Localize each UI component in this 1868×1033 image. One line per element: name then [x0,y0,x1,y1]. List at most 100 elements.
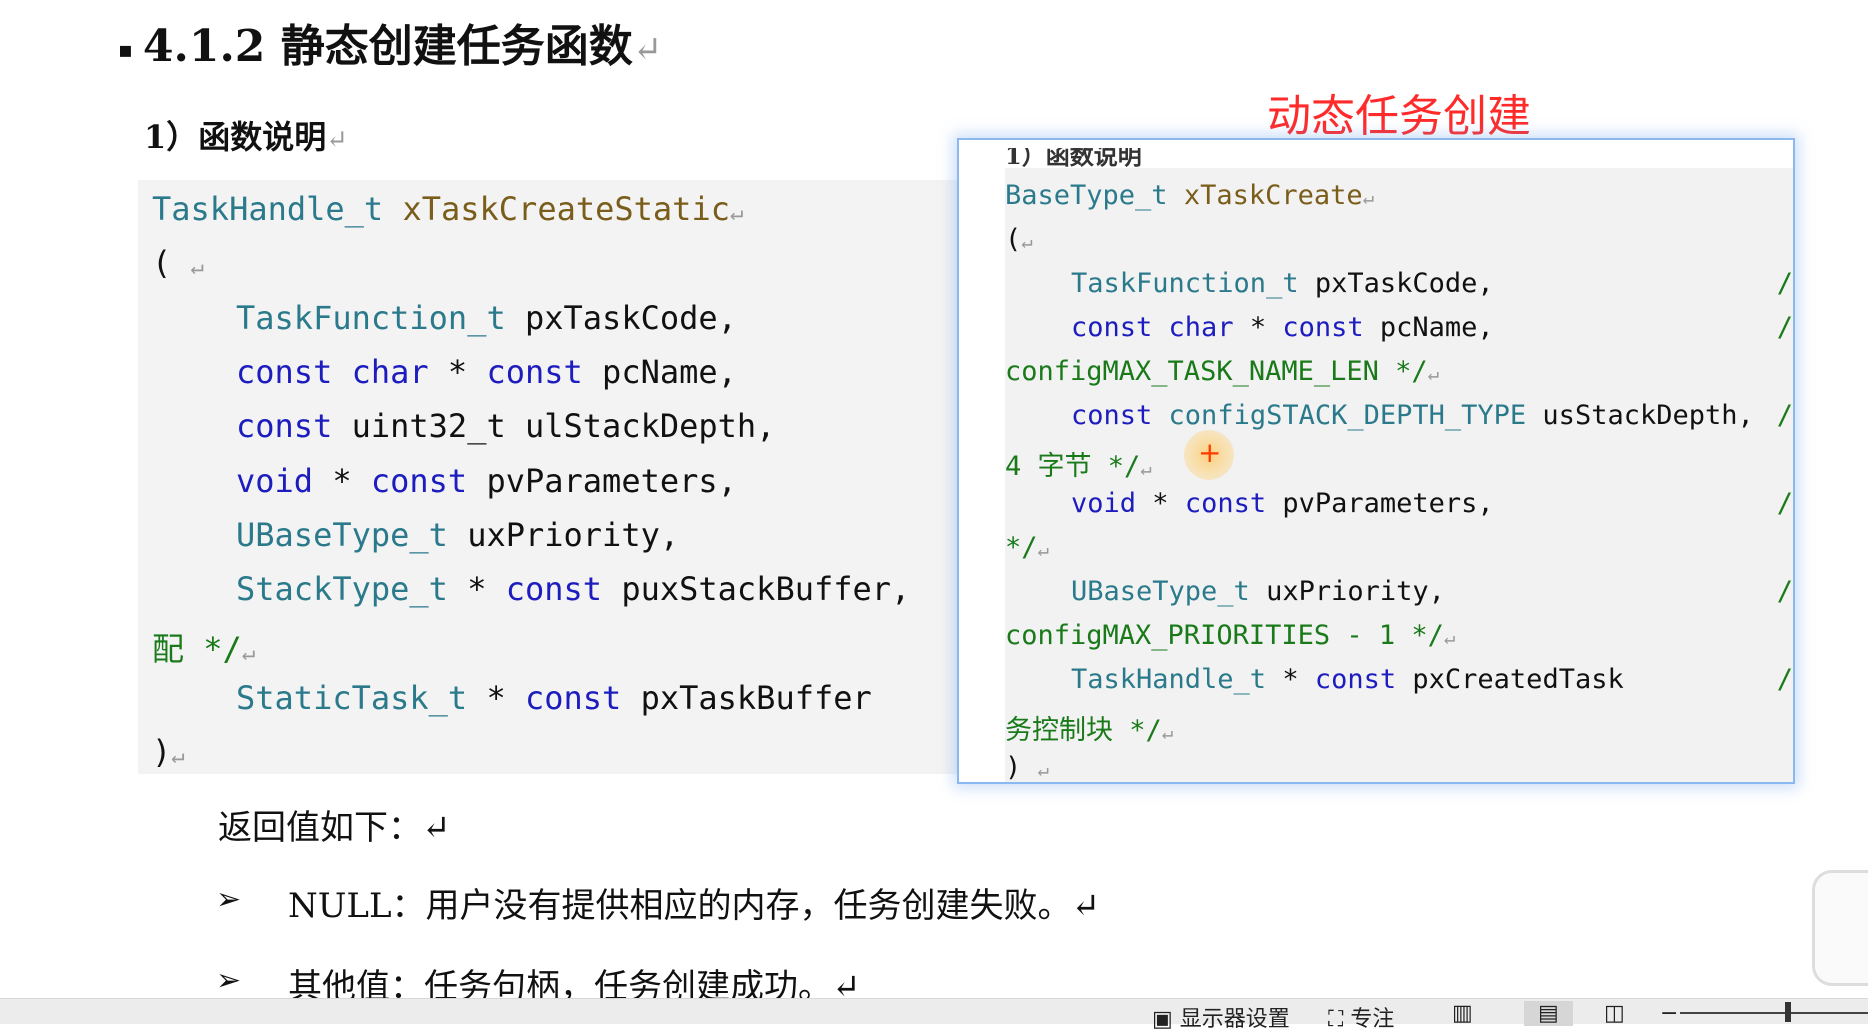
zoom-slider[interactable] [1680,1012,1868,1014]
mouse-cursor-highlight: + [1184,430,1234,480]
display-settings-button[interactable]: ▣ 显示器设置 [1152,1001,1290,1033]
code-token: 务控制块 */ [1005,715,1162,746]
code-line: */↵ [1005,532,1049,563]
code-token: puxStackBuffer, [602,570,911,609]
code-token: ( [1005,224,1022,255]
comment-slash: / [1776,576,1793,607]
code-line: const char * const pcName, [236,353,737,391]
code-token: StaticTask_t [236,678,468,717]
code-token: void [236,461,314,500]
web-view-icon[interactable]: ◫ [1604,1001,1625,1026]
code-line: void * const pvParameters, [236,462,737,500]
code-token: const [1314,664,1397,695]
side-tool-button[interactable] [1812,870,1868,986]
code-token: TaskFunction_t [236,298,506,337]
code-token: const [1071,312,1153,343]
page-view-icon[interactable]: ▤ [1524,1001,1573,1026]
code-token: ↵ [190,254,205,281]
code-token: * [313,461,371,500]
code-token: UBaseType_t [1071,576,1250,607]
zoom-slider-handle[interactable] [1785,1002,1791,1022]
code-token: const [1282,312,1364,343]
code-line: configMAX_TASK_NAME_LEN */↵ [1005,356,1439,387]
code-token: ↵ [729,200,744,226]
static-code-block: TaskHandle_t xTaskCreateStatic↵( ↵ TaskFu… [138,180,958,774]
focus-button[interactable]: ⛶ 专注 [1328,1001,1394,1033]
arrow-bullet-icon: ➢ [216,963,242,998]
code-token: pvParameters, [1266,488,1494,519]
code-token: ↵ [171,743,185,769]
code-token: pvParameters, [467,461,737,500]
code-token: uint32_t ulStackDepth, [332,407,776,446]
dynamic-task-label: 动态任务创建 [1267,91,1531,142]
code-token: const [486,352,583,391]
code-line: )↵ [152,733,185,771]
code-token: BaseType_t [1005,180,1168,211]
heading-text: 4.1.2 静态创建任务函数 [142,21,633,72]
code-token: * [428,352,487,391]
code-token: configSTACK_DEPTH_TYPE [1168,400,1527,431]
code-token: StackType_t [236,570,448,609]
paragraph-mark: ↵ [632,29,663,70]
code-token: */ [1005,532,1038,563]
code-token: * [1233,312,1283,343]
code-token: uxPriority, [447,515,680,554]
code-token: pxTaskBuffer [621,678,872,717]
code-line: (↵ [1005,224,1033,255]
code-token: ↵ [1443,627,1456,649]
status-bar: ▣ 显示器设置 ⛶ 专注 ▥ ▤ ◫ − [0,998,1868,1032]
code-token: const [236,352,333,391]
code-token: pxTaskCode, [1298,268,1494,299]
comment-slash: / [1776,400,1793,431]
paragraph-mark: ↵ [326,125,348,155]
heading-bullet: ▪ [118,36,133,63]
code-line: TaskFunction_t pxTaskCode, [236,299,737,337]
code-token: 配 */ [152,630,242,669]
code-token: const [1071,400,1153,431]
comment-slash: / [1776,488,1793,519]
code-token: UBaseType_t [236,515,448,554]
code-token: usStackDepth, [1526,400,1754,431]
code-line: TaskFunction_t pxTaskCode, [1071,268,1494,299]
code-line: void * const pvParameters, [1071,488,1494,519]
code-line: configMAX_PRIORITIES - 1 */↵ [1005,620,1455,651]
code-token: const [524,678,622,717]
code-line: UBaseType_t uxPriority, [1071,576,1445,607]
code-token: pcName, [1363,312,1494,343]
code-token: xTaskCreateStatic [402,190,730,228]
code-token: const [505,570,603,609]
comment-slash: / [1776,664,1793,695]
code-token: const [1184,488,1267,519]
display-settings-label: 显示器设置 [1179,1007,1290,1032]
code-token: * [1136,488,1185,519]
comment-slash: / [1776,268,1793,299]
code-token: TaskFunction_t [1071,268,1299,299]
code-token: void [1071,488,1137,519]
code-token: TaskHandle_t [152,190,384,228]
code-token: ↵ [1021,231,1033,253]
code-token: const [370,461,468,500]
code-line: ( ↵ [152,244,204,282]
code-token: const [236,407,333,446]
code-token: * [1266,664,1315,695]
sub-heading-text: 1）函数说明 [144,118,327,156]
read-mode-icon[interactable]: ▥ [1452,1001,1473,1026]
code-line: 4 字节 */↵ [1005,444,1152,483]
focus-label: 专注 [1350,1007,1395,1032]
dynamic-code-overlay: 1）函数说明 BaseType_t xTaskCreate↵ (↵ TaskFunc… [957,138,1795,784]
code-token: TaskHandle_t [1071,664,1267,695]
code-token: configMAX_PRIORITIES - 1 */ [1005,620,1444,651]
code-token: xTaskCreate [1183,180,1363,211]
dynamic-code-block: BaseType_t xTaskCreate↵ (↵ TaskFunction_t … [1005,168,1793,783]
code-token: ( [152,244,191,283]
code-line: 配 */↵ [152,624,255,670]
code-line: TaskHandle_t * const pxCreatedTask [1071,664,1624,695]
code-token: * [447,570,506,609]
bullet-null: NULL：用户没有提供相应的内存，任务创建失败。↵ [288,886,1101,926]
comment-slash: / [1776,312,1793,343]
code-token: ↵ [1427,363,1440,385]
code-token: ) [152,733,172,771]
zoom-out-icon[interactable]: − [1660,1001,1678,1026]
